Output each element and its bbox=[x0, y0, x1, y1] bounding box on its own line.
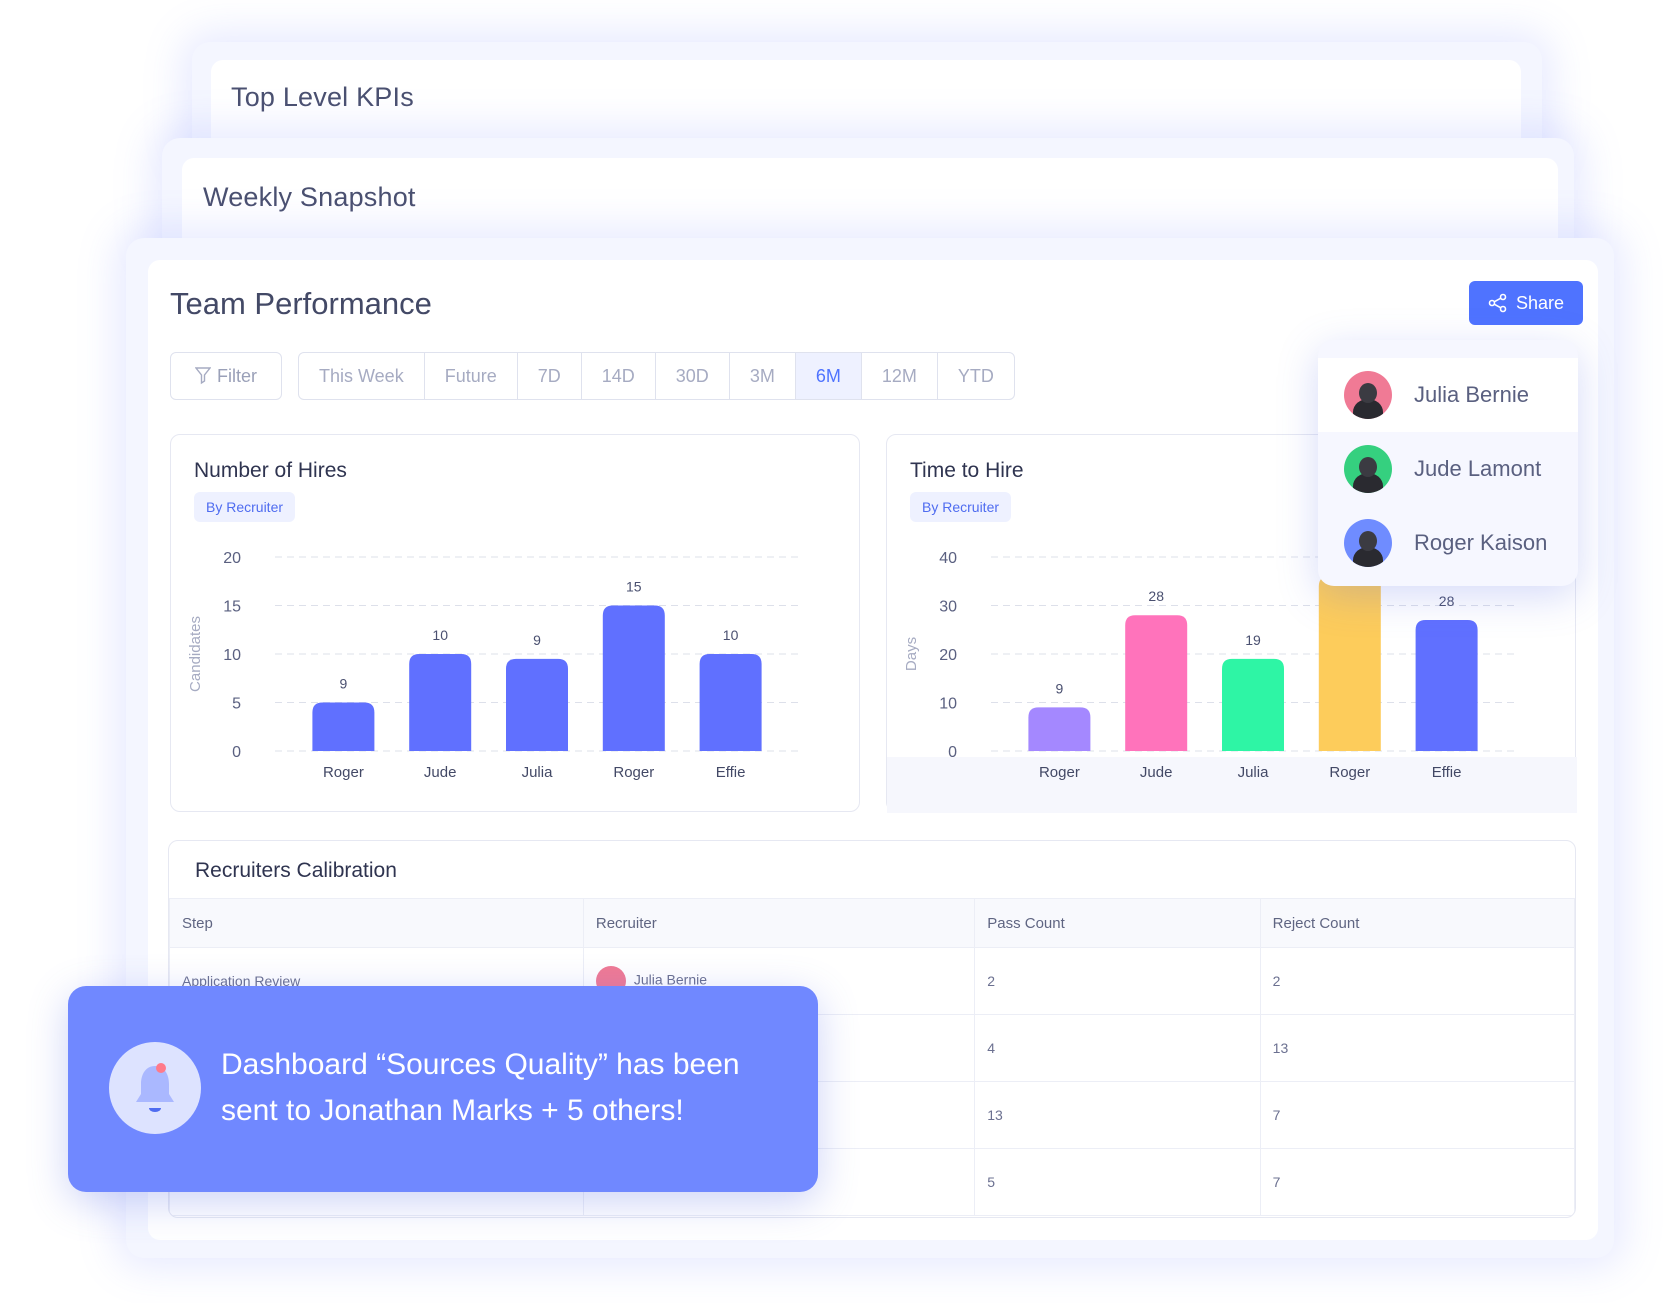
cell-text: 2 bbox=[987, 973, 996, 989]
cell-reject: 7 bbox=[1259, 1081, 1575, 1149]
toast-icon-container bbox=[109, 1042, 201, 1134]
range-tab-7d[interactable]: 7D bbox=[518, 353, 582, 399]
y-tick-label: 30 bbox=[939, 599, 957, 616]
recruiter-name: Jude Lamont bbox=[1414, 456, 1542, 481]
recruiter-option[interactable]: Julia Bernie bbox=[1318, 358, 1578, 432]
cell-text: 13 bbox=[1272, 1040, 1289, 1056]
avatar bbox=[1344, 445, 1392, 493]
chart-footer-band bbox=[887, 757, 1577, 813]
bar-roger[interactable] bbox=[1318, 576, 1381, 751]
bar-roger[interactable] bbox=[602, 605, 665, 752]
bar-roger[interactable] bbox=[1028, 707, 1091, 751]
x-tick-label: Jude bbox=[424, 764, 457, 781]
notification-toast: Dashboard “Sources Quality” has been sen… bbox=[68, 986, 818, 1192]
recruiter-dropdown: Julia Bernie Jude Lamont Roger Kaison bbox=[1318, 340, 1578, 586]
bell-icon bbox=[136, 1063, 174, 1112]
share-label: Share bbox=[1515, 292, 1565, 313]
number-of-hires-chart: 0 5 10 15 20 Candidates 9 Roger 10 Jude 9 Julia 15 Ro… bbox=[187, 550, 799, 781]
y-tick-label: 5 bbox=[232, 696, 241, 713]
range-tab-30d[interactable]: 30D bbox=[656, 353, 730, 399]
table-header-row: Step Recruiter Pass Count Reject Count bbox=[169, 898, 1575, 948]
cell-text: 4 bbox=[987, 1040, 996, 1056]
bar-effie[interactable] bbox=[1415, 620, 1478, 751]
filter-icon bbox=[195, 367, 211, 385]
bar-effie[interactable] bbox=[699, 654, 762, 751]
share-icon bbox=[1488, 293, 1507, 313]
bar-julia[interactable] bbox=[1222, 658, 1284, 751]
cell-reject: 7 bbox=[1259, 1148, 1575, 1216]
x-tick-label: Effie bbox=[716, 764, 746, 781]
data-label: 28 bbox=[1148, 588, 1164, 604]
cell-text: 2 bbox=[1272, 973, 1281, 989]
kpi-card-title: Top Level KPIs bbox=[231, 82, 414, 112]
recruiter-option[interactable]: Roger Kaison bbox=[1318, 506, 1578, 580]
range-tab-14d[interactable]: 14D bbox=[582, 353, 656, 399]
range-tab-3m[interactable]: 3M bbox=[730, 353, 796, 399]
recruiter-name: Roger Kaison bbox=[1414, 530, 1548, 555]
cell-text: 7 bbox=[1272, 1107, 1281, 1123]
toast-message: Dashboard “Sources Quality” has been sen… bbox=[221, 1048, 740, 1127]
number-of-hires-card: Number of Hires By Recruiter 0 5 10 15 20 Can… bbox=[170, 434, 860, 812]
y-tick-label: 0 bbox=[232, 744, 241, 761]
range-tab-12m[interactable]: 12M bbox=[862, 353, 938, 399]
column-header[interactable]: Pass Count bbox=[974, 898, 1261, 948]
cell-text: 13 bbox=[987, 1107, 1003, 1123]
cell-pass: 5 bbox=[974, 1148, 1261, 1216]
bar-jude[interactable] bbox=[1125, 615, 1188, 751]
data-label: 9 bbox=[340, 676, 348, 692]
y-tick-label: 0 bbox=[948, 744, 957, 761]
y-tick-label: 10 bbox=[223, 647, 241, 664]
x-tick-label: Roger bbox=[1329, 764, 1370, 781]
filter-label: Filter bbox=[217, 365, 257, 386]
cell-reject: 2 bbox=[1259, 947, 1575, 1015]
recruiter-option[interactable]: Jude Lamont bbox=[1318, 432, 1578, 506]
y-tick-label: 15 bbox=[223, 599, 241, 616]
x-tick-label: Julia bbox=[1238, 764, 1270, 781]
date-range-tabs: This Week Future 7D 14D 30D 3M 6M 12M YTD bbox=[298, 352, 1015, 400]
bar-julia[interactable] bbox=[506, 658, 568, 751]
weekly-snapshot-title: Weekly Snapshot bbox=[203, 182, 416, 212]
cell-text: 7 bbox=[1272, 1174, 1281, 1190]
y-axis-label: Days bbox=[903, 637, 920, 671]
bar-jude[interactable] bbox=[409, 654, 472, 751]
range-tab-future[interactable]: Future bbox=[425, 353, 518, 399]
x-tick-label: Effie bbox=[1432, 764, 1462, 781]
x-tick-label: Roger bbox=[1039, 764, 1080, 781]
column-header[interactable]: Reject Count bbox=[1259, 898, 1575, 948]
data-label: 9 bbox=[533, 632, 541, 648]
column-header[interactable]: Step bbox=[169, 898, 584, 948]
y-tick-label: 20 bbox=[939, 647, 957, 664]
range-tab-this-week[interactable]: This Week bbox=[299, 353, 425, 399]
avatar bbox=[1344, 519, 1392, 567]
cell-reject: 13 bbox=[1259, 1014, 1575, 1082]
cell-pass: 2 bbox=[974, 947, 1261, 1015]
page-title: Team Performance bbox=[170, 286, 432, 321]
share-button[interactable]: Share bbox=[1469, 281, 1583, 325]
x-tick-label: Roger bbox=[613, 764, 654, 781]
column-header[interactable]: Recruiter bbox=[582, 898, 976, 948]
calibration-title: Recruiters Calibration bbox=[195, 859, 397, 882]
recruiter-name: Julia Bernie bbox=[1414, 382, 1529, 407]
x-tick-label: Julia bbox=[522, 764, 554, 781]
filter-button[interactable]: Filter bbox=[170, 352, 282, 400]
data-label: 15 bbox=[626, 579, 642, 595]
x-tick-label: Roger bbox=[323, 764, 364, 781]
cell-pass: 4 bbox=[974, 1014, 1261, 1082]
data-label: 28 bbox=[1439, 593, 1455, 609]
data-label: 19 bbox=[1245, 632, 1261, 648]
x-tick-label: Jude bbox=[1140, 764, 1173, 781]
data-label: 10 bbox=[432, 627, 448, 643]
y-tick-label: 10 bbox=[939, 696, 957, 713]
y-tick-label: 20 bbox=[223, 550, 241, 567]
cell-pass: 13 bbox=[974, 1081, 1261, 1149]
range-tab-ytd[interactable]: YTD bbox=[938, 353, 1014, 399]
y-tick-label: 40 bbox=[939, 550, 957, 567]
cell-text: 5 bbox=[987, 1174, 996, 1190]
data-label: 9 bbox=[1056, 680, 1064, 696]
y-axis-label: Candidates bbox=[187, 616, 204, 692]
range-tab-6m[interactable]: 6M bbox=[795, 353, 862, 399]
data-label: 10 bbox=[723, 627, 739, 643]
avatar bbox=[1344, 371, 1392, 419]
bar-roger[interactable] bbox=[312, 702, 375, 752]
